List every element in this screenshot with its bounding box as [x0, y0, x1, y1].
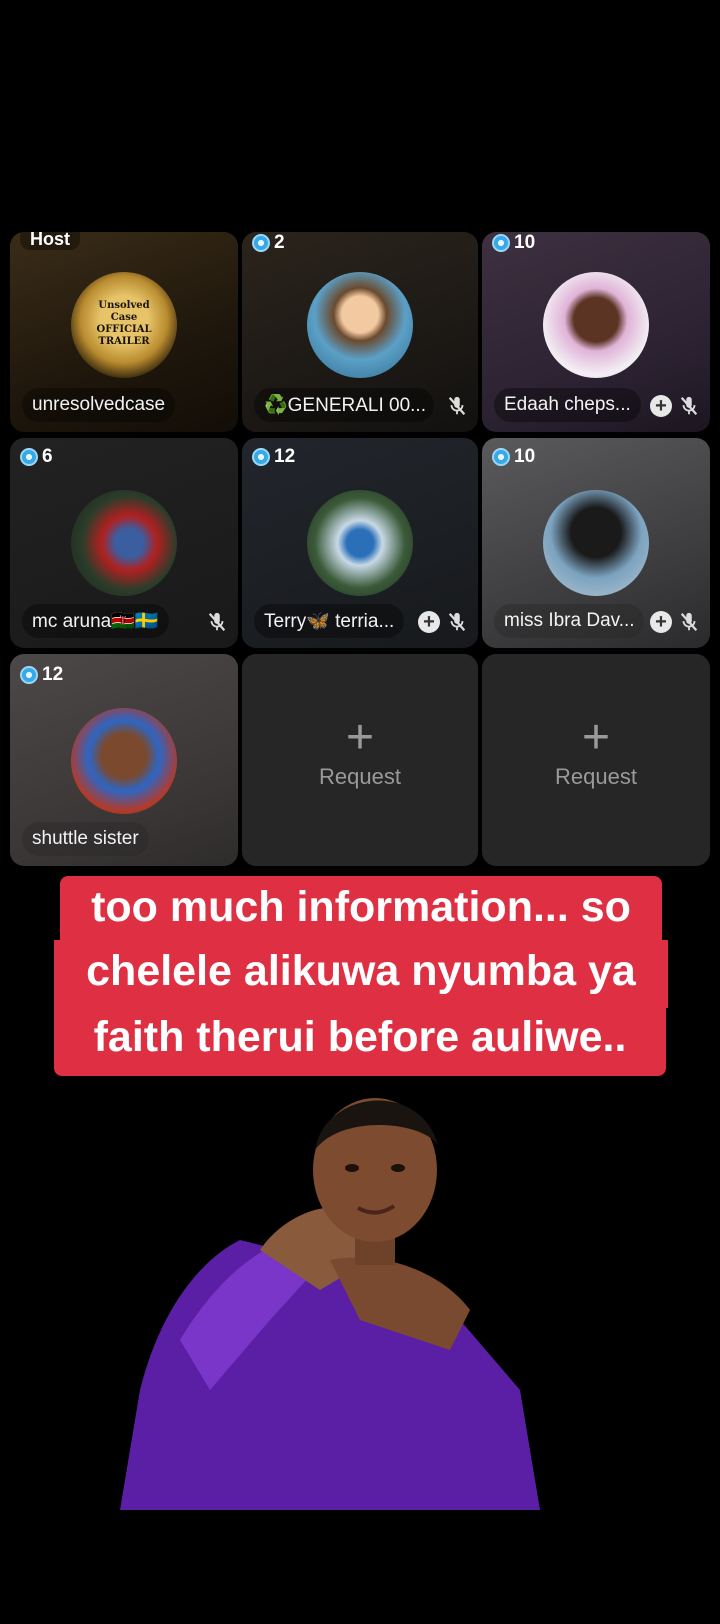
guest-tile[interactable]: 10 Edaah cheps... +: [482, 232, 710, 432]
coin-badge: 12: [252, 446, 295, 468]
coin-badge: 10: [492, 446, 535, 468]
coin-icon: [492, 448, 510, 466]
host-badge: Host: [20, 232, 80, 250]
coin-count: 12: [42, 664, 64, 685]
avatar: [307, 490, 413, 596]
guest-tile[interactable]: 10 miss Ibra Dav... +: [482, 438, 710, 648]
host-label: Host: [30, 232, 70, 249]
avatar: [71, 490, 177, 596]
coin-icon: [252, 234, 270, 252]
guest-name: unresolvedcase: [22, 388, 176, 422]
avatar: [307, 272, 413, 378]
request-label: Request: [555, 764, 637, 789]
coin-count: 10: [514, 232, 536, 253]
avatar-logo-text: Unsolved Case OFFICIAL TRAILER: [96, 300, 152, 347]
request-label: Request: [319, 764, 401, 789]
plus-icon: +: [581, 711, 611, 764]
caption-line: chelele alikuwa nyumba ya: [54, 940, 668, 1008]
coin-badge: 10: [492, 232, 535, 254]
add-icon[interactable]: +: [650, 395, 672, 417]
guest-tile[interactable]: 12 Terry🦋 terria... +: [242, 438, 478, 648]
caption-line: too much information... so: [60, 876, 662, 942]
coin-icon: [252, 448, 270, 466]
coin-icon: [492, 234, 510, 252]
coin-count: 6: [42, 446, 53, 467]
host-tile[interactable]: Host Unsolved Case OFFICIAL TRAILER unre…: [10, 232, 238, 432]
guest-name: Terry🦋 terria...: [254, 604, 405, 638]
mic-off-icon: [208, 612, 226, 631]
mic-off-icon: [448, 612, 466, 631]
coin-badge: 12: [20, 664, 63, 686]
mic-off-icon: [448, 396, 466, 415]
guest-name: mc aruna🇰🇪🇸🇪: [22, 604, 169, 638]
coin-icon: [20, 448, 38, 466]
caption-line: faith therui before auliwe..: [54, 1006, 666, 1076]
coin-badge: 2: [252, 232, 285, 254]
guest-name: Edaah cheps...: [494, 388, 641, 422]
guest-tile[interactable]: 12 shuttle sister: [10, 654, 238, 866]
coin-badge: 6: [20, 446, 53, 468]
coin-count: 2: [274, 232, 285, 253]
guest-name: shuttle sister: [22, 822, 149, 856]
guest-name: ♻️GENERALI 00...: [254, 388, 434, 422]
mic-off-icon: [680, 396, 698, 415]
avatar: [543, 272, 649, 378]
add-icon[interactable]: +: [418, 611, 440, 633]
guest-name: miss Ibra Dav...: [494, 604, 644, 638]
coin-count: 10: [514, 446, 536, 467]
person-cutout-image: [120, 1098, 540, 1510]
plus-icon: +: [345, 711, 375, 764]
avatar: [71, 708, 177, 814]
guest-grid: Host Unsolved Case OFFICIAL TRAILER unre…: [0, 232, 720, 872]
guest-tile[interactable]: 6 mc aruna🇰🇪🇸🇪: [10, 438, 238, 648]
mic-off-icon: [680, 612, 698, 631]
add-icon[interactable]: +: [650, 611, 672, 633]
guest-tile[interactable]: 2 ♻️GENERALI 00...: [242, 232, 478, 432]
request-slot[interactable]: + Request: [242, 654, 478, 866]
avatar: [543, 490, 649, 596]
avatar: Unsolved Case OFFICIAL TRAILER: [71, 272, 177, 378]
coin-icon: [20, 666, 38, 684]
request-slot[interactable]: + Request: [482, 654, 710, 866]
coin-count: 12: [274, 446, 296, 467]
